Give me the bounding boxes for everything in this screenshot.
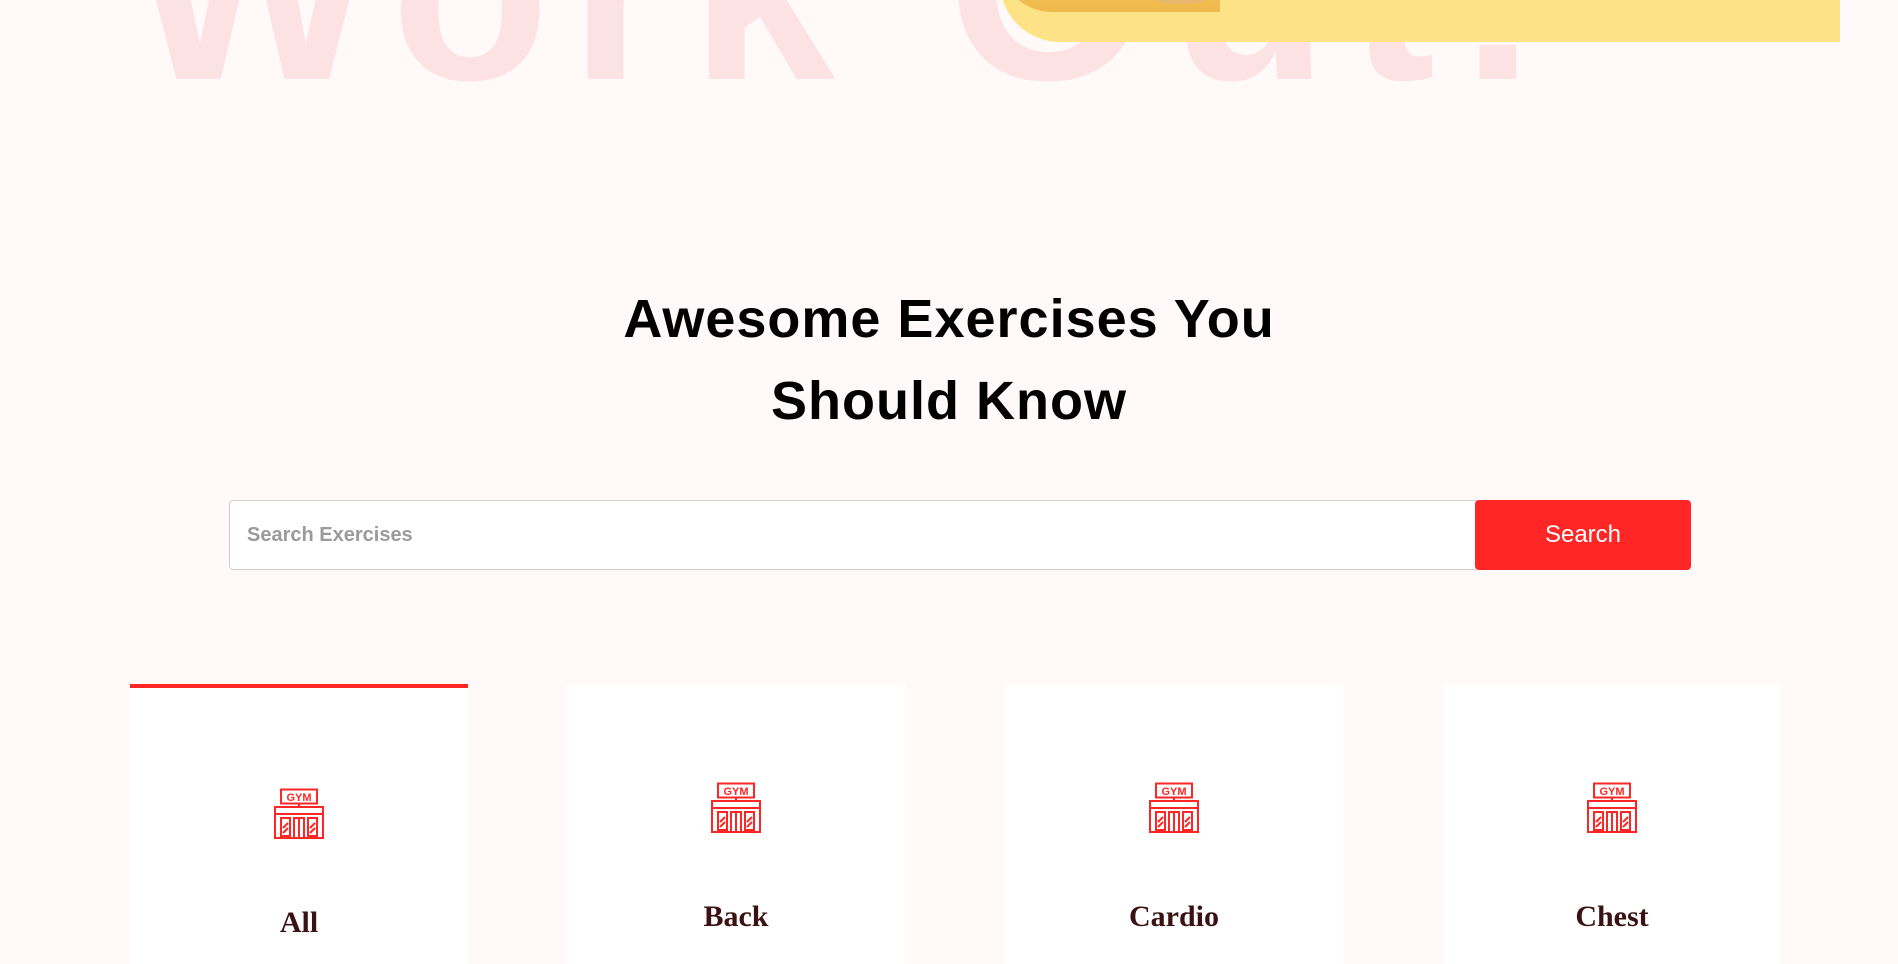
search-input[interactable]	[229, 500, 1476, 570]
category-label: Back	[703, 900, 769, 933]
category-card-back[interactable]: GYM Back	[567, 684, 905, 964]
section-title: Awesome Exercises You Should Know	[0, 278, 1898, 442]
category-label: Cardio	[1129, 900, 1219, 933]
gym-building-icon: GYM	[711, 782, 761, 833]
category-card-cardio[interactable]: GYM Cardio	[1005, 684, 1343, 964]
section-title-line-2: Should Know	[771, 371, 1127, 431]
category-card-all[interactable]: GYM All	[130, 684, 468, 964]
svg-text:GYM: GYM	[1599, 786, 1624, 798]
svg-text:GYM: GYM	[286, 792, 311, 804]
category-label: Chest	[1575, 900, 1649, 933]
category-scroller: GYM All GYM Back GYM Cardio GYM Chest	[0, 684, 1898, 964]
section-title-line-1: Awesome Exercises You	[623, 289, 1275, 349]
gym-building-icon: GYM	[274, 788, 324, 839]
gym-building-icon: GYM	[1149, 782, 1199, 833]
hero-banner-image	[1000, 0, 1840, 42]
banner-shadow-shape	[1000, 0, 1220, 12]
search-button[interactable]: Search	[1475, 500, 1691, 570]
gym-building-icon: GYM	[1587, 782, 1637, 833]
category-card-chest[interactable]: GYM Chest	[1443, 684, 1781, 964]
svg-text:GYM: GYM	[723, 786, 748, 798]
svg-text:GYM: GYM	[1161, 786, 1186, 798]
category-label: All	[279, 906, 319, 939]
search-bar: Search	[229, 500, 1691, 570]
